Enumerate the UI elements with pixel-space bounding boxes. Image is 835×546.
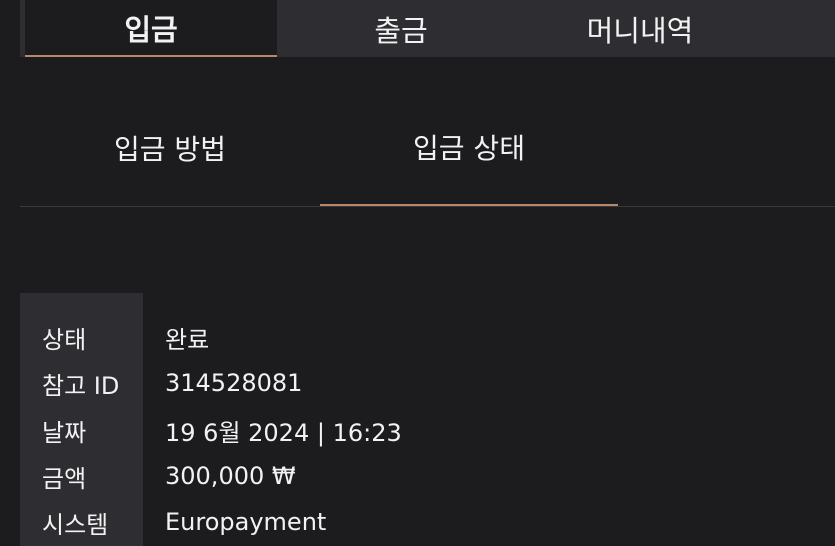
detail-row-reference-id: 참고 ID 314528081: [20, 360, 302, 406]
tab-money-history[interactable]: 머니내역: [525, 0, 755, 57]
detail-row-system: 시스템 Europayment: [20, 499, 326, 545]
detail-value: 300,000 ₩: [165, 462, 296, 490]
detail-label: 시스템: [42, 510, 109, 539]
tab-deposit[interactable]: 입금: [25, 0, 277, 57]
detail-label: 금액: [42, 464, 87, 493]
top-tab-bar: 입금 출금 머니내역: [20, 0, 835, 57]
sub-tab-bar: 입금 방법 입금 상태: [20, 90, 835, 207]
detail-label: 상태: [42, 325, 87, 354]
detail-label: 참고 ID: [42, 371, 120, 400]
sub-tab-deposit-status[interactable]: 입금 상태: [320, 90, 618, 206]
detail-row-amount: 금액 300,000 ₩: [20, 453, 296, 499]
detail-label: 날짜: [42, 418, 87, 447]
detail-value: 19 6월 2024 | 16:23: [165, 418, 402, 447]
detail-row-status: 상태 완료: [20, 314, 209, 360]
sub-tab-deposit-method[interactable]: 입금 방법: [20, 90, 320, 206]
detail-value: Europayment: [165, 508, 327, 536]
detail-value: 완료: [165, 325, 210, 354]
detail-value: 314528081: [165, 369, 303, 397]
tab-withdraw[interactable]: 출금: [277, 0, 525, 57]
detail-row-date: 날짜 19 6월 2024 | 16:23: [20, 407, 402, 453]
deposit-status-details: 상태 완료 참고 ID 314528081 날짜 19 6월 2024 | 16…: [20, 293, 835, 546]
